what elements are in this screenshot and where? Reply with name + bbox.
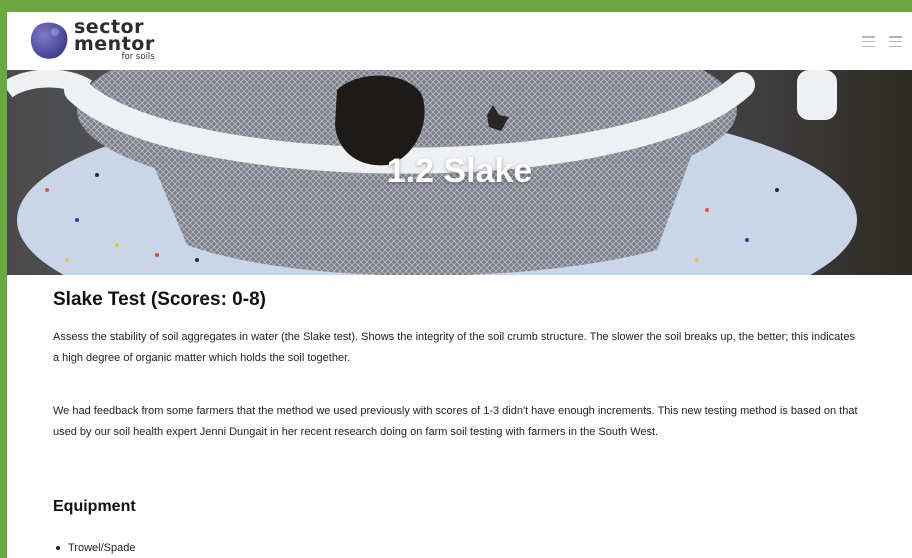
equipment-heading: Equipment	[53, 498, 136, 515]
list-item-label: Trowel/Spade	[68, 542, 136, 554]
page-title: 1.2 Slake	[386, 152, 533, 190]
intro-paragraph: Assess the stability of soil aggregates …	[53, 331, 855, 364]
logo-blob-icon	[30, 22, 68, 59]
bullet-icon	[56, 546, 60, 550]
hero-banner: 1.2 Slake	[7, 70, 912, 275]
logo-text: sector mentor for soils	[74, 18, 155, 62]
site-logo[interactable]: sector mentor for soils	[29, 18, 155, 62]
equipment-list: Trowel/Spade	[53, 542, 135, 554]
header-icons	[862, 36, 902, 47]
menu-icon[interactable]	[889, 36, 902, 47]
feedback-paragraph: We had feedback from some farmers that t…	[53, 405, 858, 438]
site-header: sector mentor for soils	[7, 12, 912, 70]
section-heading: Slake Test (Scores: 0-8)	[53, 289, 266, 310]
menu-icon[interactable]	[862, 36, 875, 47]
page-frame: sector mentor for soils 1.2 Slake Slake …	[7, 12, 912, 558]
list-item: Trowel/Spade	[53, 542, 135, 554]
